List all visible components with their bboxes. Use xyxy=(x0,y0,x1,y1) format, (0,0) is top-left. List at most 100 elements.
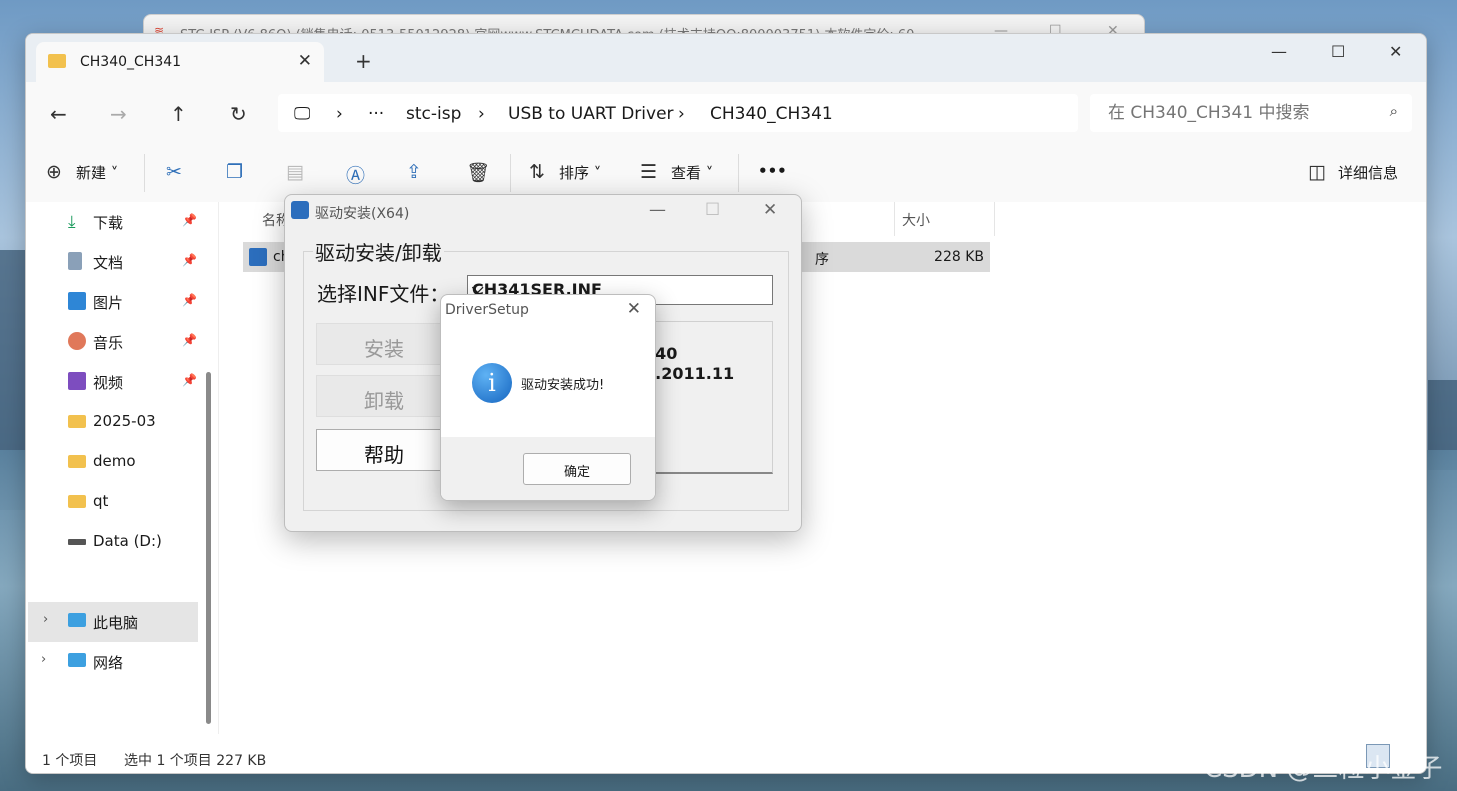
navigation-bar: ← → ↑ ↻ 🖵 › ··· stc-isp › USB to UART Dr… xyxy=(26,82,1426,144)
delete-icon[interactable]: 🗑 xyxy=(466,161,490,184)
inf-file-label: 选择INF文件： xyxy=(317,282,450,306)
sort-label: 排序 xyxy=(559,164,590,182)
computer-icon: 🖵 xyxy=(294,104,311,124)
install-button[interactable]: 安装 xyxy=(316,323,452,365)
uninstall-button[interactable]: 卸载 xyxy=(316,375,452,417)
folder-icon xyxy=(68,495,86,508)
tab-ch340[interactable]: CH340_CH341 ✕ xyxy=(36,42,324,82)
sidebar-item-label: 下载 xyxy=(93,214,124,232)
address-bar[interactable]: 🖵 › ··· stc-isp › USB to UART Driver › C… xyxy=(278,94,1078,132)
pin-icon: 📌 xyxy=(182,253,197,267)
sidebar-item-label: demo xyxy=(93,452,136,470)
chevron-right-icon[interactable]: › xyxy=(41,652,46,667)
close-icon[interactable]: ✕ xyxy=(763,200,777,220)
cut-icon[interactable]: ✂ xyxy=(166,161,182,183)
sidebar-item-label: 文档 xyxy=(93,254,124,272)
sidebar-item-label: qt xyxy=(93,492,109,510)
close-window-button[interactable]: ✕ xyxy=(1389,42,1402,61)
search-box[interactable]: ⌕ xyxy=(1090,94,1412,132)
new-label: 新建 xyxy=(76,164,107,182)
minimize-icon[interactable]: — xyxy=(649,200,666,220)
sidebar-item-label: 音乐 xyxy=(93,334,124,352)
column-header-size[interactable]: 大小 xyxy=(902,210,930,230)
sidebar-item-drive-d[interactable]: Data (D:) xyxy=(26,522,198,562)
paste-icon[interactable]: ▤ xyxy=(286,161,304,183)
sidebar-item-label: 图片 xyxy=(93,294,124,312)
search-icon: ⌕ xyxy=(1389,102,1398,120)
computer-icon xyxy=(68,613,86,627)
message-footer: 确定 xyxy=(441,437,655,500)
picture-icon xyxy=(68,292,86,310)
tab-bar: CH340_CH341 ✕ + — ☐ ✕ xyxy=(26,34,1426,82)
close-tab-icon[interactable]: ✕ xyxy=(298,51,312,71)
document-icon xyxy=(68,252,82,270)
installer-icon xyxy=(249,248,267,266)
chevron-right-icon[interactable]: › xyxy=(43,612,48,627)
view-button[interactable]: 查看 ˅ xyxy=(671,162,713,183)
sidebar-scrollbar[interactable] xyxy=(206,372,211,724)
selection-info: 选中 1 个项目 227 KB xyxy=(124,753,267,769)
download-icon: ⤓ xyxy=(68,212,76,232)
sidebar-item-folder-demo[interactable]: demo xyxy=(26,442,198,482)
group-label: 驱动安装/卸载 xyxy=(313,237,444,266)
pin-icon: 📌 xyxy=(182,373,197,387)
driver-setup-message-box: DriverSetup ✕ i 驱动安装成功! 确定 xyxy=(440,294,656,501)
pin-icon: 📌 xyxy=(182,213,197,227)
folder-icon xyxy=(68,455,86,468)
view-label: 查看 xyxy=(671,164,702,182)
sidebar-item-videos[interactable]: 视频 📌 xyxy=(26,362,198,402)
back-button[interactable]: ← xyxy=(50,102,67,126)
breadcrumb-stc-isp[interactable]: stc-isp xyxy=(406,104,461,124)
tab-label: CH340_CH341 xyxy=(80,54,182,70)
pin-icon: 📌 xyxy=(182,293,197,307)
maximize-button[interactable]: ☐ xyxy=(1331,42,1345,61)
rename-icon[interactable]: Ⓐ xyxy=(346,161,365,188)
maximize-icon[interactable]: ☐ xyxy=(705,200,720,220)
uninstall-label: 卸载 xyxy=(364,389,404,413)
details-button[interactable]: 详细信息 xyxy=(1338,162,1398,183)
message-title: DriverSetup xyxy=(445,302,529,318)
breadcrumb-separator-icon: › xyxy=(478,104,485,124)
sort-button[interactable]: 排序 ˅ xyxy=(559,162,601,183)
sidebar-item-network[interactable]: › 网络 xyxy=(26,642,198,682)
search-input[interactable] xyxy=(1106,102,1370,124)
dialog-title-bar[interactable]: 驱动安装(X64) — ☐ ✕ xyxy=(285,195,801,229)
more-options-button[interactable]: ••• xyxy=(758,162,787,180)
folder-icon xyxy=(48,54,66,68)
minimize-button[interactable]: — xyxy=(1271,42,1287,61)
up-button[interactable]: ↑ xyxy=(170,102,187,126)
new-icon[interactable]: ⊕ xyxy=(46,161,62,183)
sidebar-item-documents[interactable]: 文档 📌 xyxy=(26,242,198,282)
sidebar-item-folder-2025-03[interactable]: 2025-03 xyxy=(26,402,198,442)
breadcrumb-usb-driver[interactable]: USB to UART Driver xyxy=(508,104,674,124)
copy-icon[interactable]: ❐ xyxy=(226,161,243,183)
navigation-pane: ⤓ 下载 📌 文档 📌 图片 📌 音乐 📌 视频 📌 2025-03 demo … xyxy=(26,202,218,751)
sidebar-item-label: 视频 xyxy=(93,374,124,392)
pin-icon: 📌 xyxy=(182,333,197,347)
watermark: CSDN @三粒小金子 xyxy=(1204,754,1443,784)
forward-button[interactable]: → xyxy=(110,102,127,126)
sidebar-item-label: 网络 xyxy=(93,654,124,672)
sidebar-item-downloads[interactable]: ⤓ 下载 📌 xyxy=(26,202,198,242)
close-icon[interactable]: ✕ xyxy=(627,299,641,319)
message-text: 驱动安装成功! xyxy=(521,378,605,393)
sidebar-item-label: 此电脑 xyxy=(93,614,139,632)
sidebar-item-music[interactable]: 音乐 📌 xyxy=(26,322,198,362)
sidebar-item-pictures[interactable]: 图片 📌 xyxy=(26,282,198,322)
breadcrumb-ch340[interactable]: CH340_CH341 xyxy=(710,104,833,124)
ok-label: 确定 xyxy=(563,465,590,480)
new-tab-button[interactable]: + xyxy=(355,49,372,73)
folder-icon xyxy=(68,415,86,428)
sidebar-item-folder-qt[interactable]: qt xyxy=(26,482,198,522)
view-icon: ☰ xyxy=(640,161,658,183)
refresh-button[interactable]: ↻ xyxy=(230,102,247,126)
new-button[interactable]: 新建 ˅ xyxy=(76,162,118,183)
sidebar-item-this-pc[interactable]: › 此电脑 xyxy=(28,602,198,642)
ok-button[interactable]: 确定 xyxy=(523,453,631,485)
video-icon xyxy=(68,372,86,390)
breadcrumb-overflow-button[interactable]: ··· xyxy=(368,104,384,124)
breadcrumb-separator-icon: › xyxy=(678,104,685,124)
sidebar-item-label: 2025-03 xyxy=(93,412,156,430)
help-button[interactable]: 帮助 xyxy=(316,429,452,471)
share-icon[interactable]: ⇪ xyxy=(406,161,422,183)
